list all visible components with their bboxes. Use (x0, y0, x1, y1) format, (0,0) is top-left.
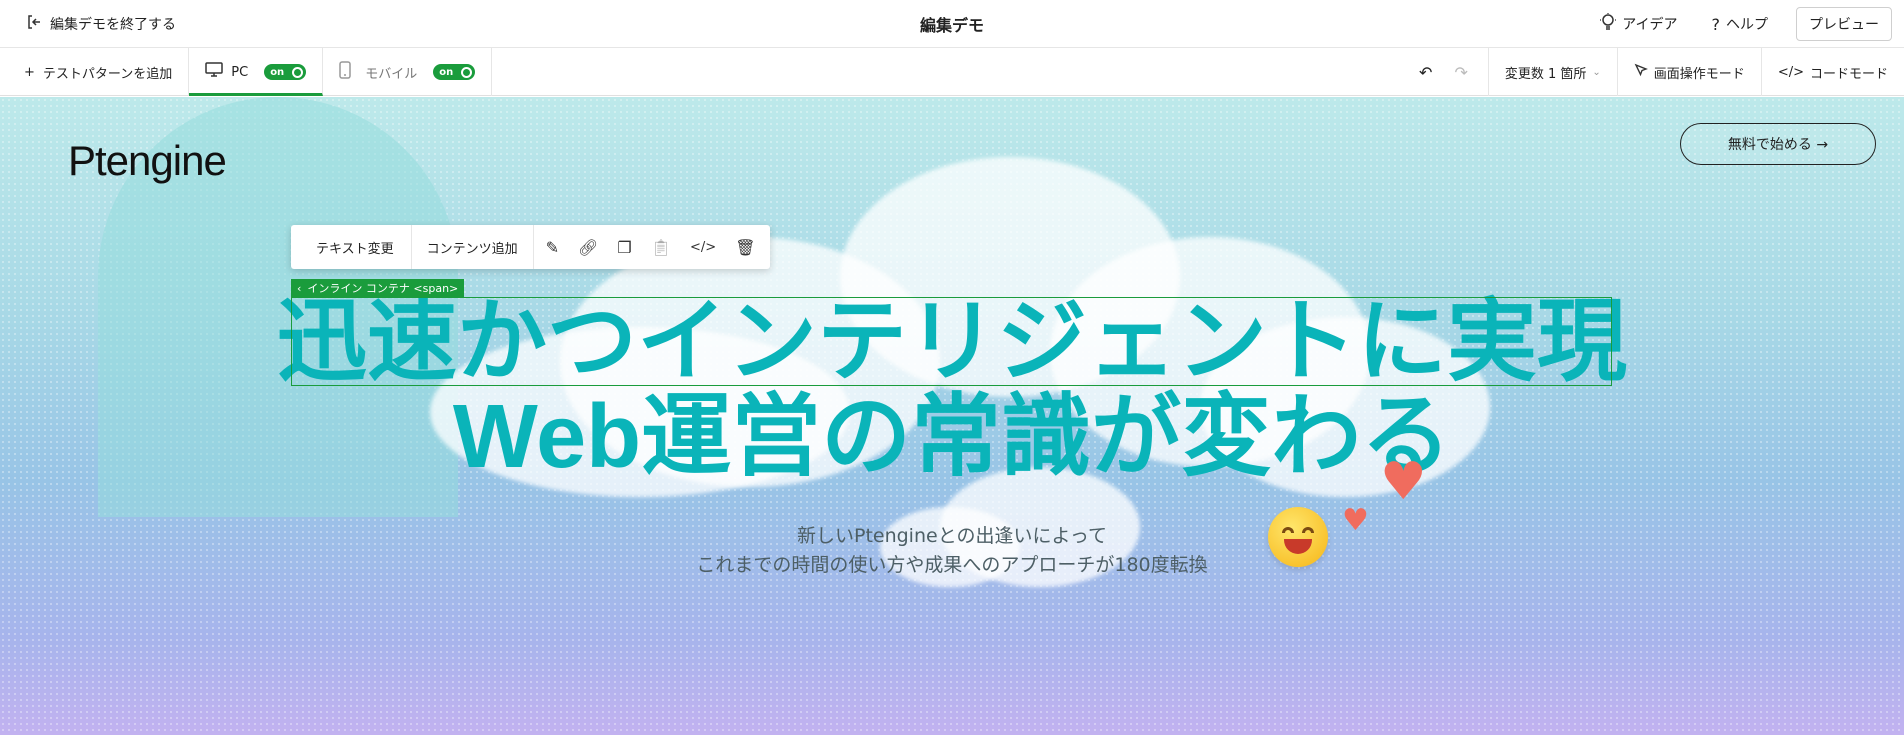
add-test-pattern-button[interactable]: + テストパターンを追加 (0, 48, 190, 96)
code-icon[interactable]: </> (690, 240, 716, 255)
undo-icon[interactable]: ↶ (1419, 63, 1432, 82)
code-mode-button[interactable]: </> コードモード (1760, 48, 1904, 96)
ptengine-logo[interactable]: Ptengine (68, 137, 227, 185)
screen-mode-button[interactable]: 画面操作モード (1616, 48, 1761, 96)
emoji-eye (1302, 527, 1314, 533)
headline-line-2[interactable]: Web運営の常識が変わる (0, 387, 1904, 487)
toggle-knob (292, 66, 304, 78)
emoji-eye (1282, 527, 1294, 533)
idea-label: アイデア (1622, 17, 1678, 33)
inline-edit-toolbar: テキスト変更 コンテンツ追加 ✎ 🔗︎ ❐ 📋︎ </> 🗑︎ (291, 225, 770, 269)
duplicate-icon[interactable]: ❐ (617, 238, 631, 257)
exit-demo-label: 編集デモを終了する (50, 17, 176, 33)
selection-outline (291, 297, 1612, 386)
screen-mode-label: 画面操作モード (1653, 66, 1745, 82)
exit-icon (26, 14, 42, 34)
tab-pc[interactable]: PC on (189, 48, 324, 96)
help-label: ヘルプ (1726, 17, 1768, 33)
clipboard-icon[interactable]: 📋︎ (651, 238, 671, 257)
chevron-down-icon: ⌄ (1592, 66, 1601, 78)
undo-redo-group: ↶ ↷ (1399, 48, 1488, 96)
pc-toggle[interactable]: on (264, 64, 307, 80)
toggle-knob (461, 66, 473, 78)
tab-mobile[interactable]: モバイル on (323, 48, 493, 96)
cursor-icon (1634, 63, 1648, 81)
element-breadcrumb[interactable]: ‹ インライン コンテナ <span> (291, 279, 465, 297)
heart-small: ♥ (1342, 503, 1369, 538)
changes-label: 変更数 1 箇所 (1504, 66, 1587, 82)
smiley-emoji (1268, 507, 1328, 567)
plus-icon: + (24, 64, 35, 80)
pc-toggle-label: on (270, 66, 285, 78)
code-mode-label: コードモード (1809, 66, 1888, 82)
question-icon: ? (1711, 14, 1721, 34)
changes-dropdown[interactable]: 変更数 1 箇所 ⌄ (1487, 48, 1617, 96)
breadcrumb-label: インライン コンテナ <span> (307, 282, 459, 295)
mobile-label: モバイル (365, 66, 418, 82)
add-content-button[interactable]: コンテンツ追加 (412, 225, 534, 269)
redo-icon[interactable]: ↷ (1454, 63, 1467, 82)
top-bar: 編集デモを終了する 編集デモ アイデア ? ヘルプ プレビュー (0, 0, 1904, 48)
heart-large: ♥ (1380, 452, 1427, 512)
chevron-left-icon: ‹ (297, 281, 302, 295)
emoji-mouth (1284, 539, 1312, 554)
editor-toolbar: + テストパターンを追加 PC on モバイル on ↶ ↷ 変更数 1 箇所 … (0, 48, 1904, 96)
idea-button[interactable]: アイデア (1600, 13, 1678, 35)
top-right-actions: アイデア ? ヘルプ プレビュー (1600, 0, 1892, 48)
trash-icon[interactable]: 🗑︎ (735, 238, 755, 257)
preview-button[interactable]: プレビュー (1796, 7, 1892, 41)
add-test-pattern-label: テストパターンを追加 (42, 66, 173, 82)
start-free-button[interactable]: 無料で始める → (1680, 123, 1876, 165)
monitor-icon (205, 62, 224, 82)
code-icon: </> (1777, 64, 1804, 80)
subtitle-line-1: 新しいPtengineとの出逢いによって (796, 525, 1107, 547)
pc-label: PC (231, 64, 249, 80)
lightbulb-icon (1600, 13, 1617, 35)
help-button[interactable]: ? ヘルプ (1712, 14, 1769, 34)
edit-icon-group: ✎ 🔗︎ ❐ 📋︎ </> 🗑︎ (534, 225, 768, 269)
smartphone-icon (339, 61, 351, 83)
magic-wand-icon[interactable]: ✎ (546, 238, 559, 257)
page-canvas: Ptengine 無料で始める → 迅速かつインテリジェントに実現 Web運営の… (0, 97, 1904, 735)
mobile-toggle[interactable]: on (433, 64, 476, 80)
subtitle-line-2: これまでの時間の使い方や成果へのアプローチが180度転換 (696, 554, 1208, 576)
link-icon[interactable]: 🔗︎ (578, 238, 598, 257)
mobile-toggle-label: on (439, 66, 454, 78)
text-change-button[interactable]: テキスト変更 (291, 225, 412, 269)
exit-demo-button[interactable]: 編集デモを終了する (26, 0, 176, 48)
subtitle: 新しいPtengineとの出逢いによって これまでの時間の使い方や成果へのアプロ… (0, 522, 1904, 580)
